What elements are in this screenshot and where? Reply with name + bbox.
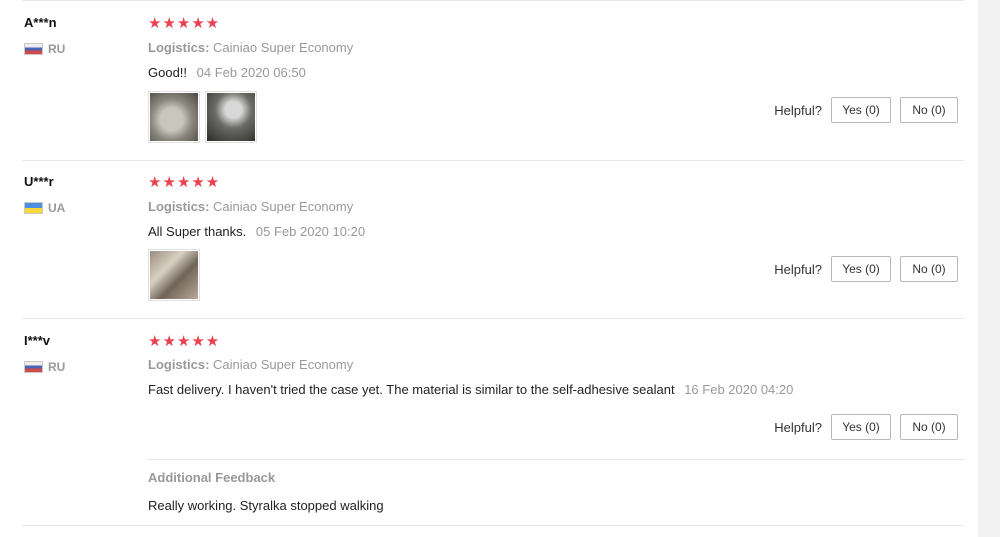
helpful-controls: Helpful? Yes (0) No (0) xyxy=(774,414,958,440)
review-photos xyxy=(148,249,200,301)
russia-flag-icon xyxy=(24,361,43,373)
review-item: I***v RU ★★★★★ Logistics: Cainiao Super … xyxy=(22,319,964,526)
country-code: RU xyxy=(48,42,66,56)
helpful-label: Helpful? xyxy=(774,102,822,118)
helpful-controls: Helpful? Yes (0) No (0) xyxy=(774,256,958,282)
logistics-label: Logistics: xyxy=(148,357,210,372)
helpful-no-button[interactable]: No (0) xyxy=(900,256,958,282)
logistics-value: Cainiao Super Economy xyxy=(213,40,354,55)
review-date: 04 Feb 2020 06:50 xyxy=(196,65,306,80)
helpful-no-button[interactable]: No (0) xyxy=(900,414,958,440)
additional-feedback-text: Really working. Styralka stopped walking xyxy=(148,498,384,513)
helpful-no-button[interactable]: No (0) xyxy=(900,97,958,123)
russia-flag-icon xyxy=(24,43,43,55)
reviewer-name: A***n xyxy=(24,15,57,30)
star-rating: ★★★★★ xyxy=(148,15,221,32)
country-code: UA xyxy=(48,201,66,215)
star-rating: ★★★★★ xyxy=(148,333,221,350)
logistics-value: Cainiao Super Economy xyxy=(213,357,354,372)
reviewer-country: RU xyxy=(24,360,65,374)
review-photo-thumbnail[interactable] xyxy=(205,91,257,143)
logistics-label: Logistics: xyxy=(148,199,210,214)
review-text: All Super thanks. 05 Feb 2020 10:20 xyxy=(148,224,365,239)
review-text: Fast delivery. I haven't tried the case … xyxy=(148,382,793,397)
logistics-value: Cainiao Super Economy xyxy=(213,199,354,214)
review-item: U***r UA ★★★★★ Logistics: Cainiao Super … xyxy=(22,160,964,319)
helpful-label: Helpful? xyxy=(774,419,822,435)
helpful-yes-button[interactable]: Yes (0) xyxy=(831,256,891,282)
ukraine-flag-icon xyxy=(24,202,43,214)
additional-feedback-title: Additional Feedback xyxy=(148,470,276,485)
reviewer-country: UA xyxy=(24,201,65,215)
review-text: Good!! 04 Feb 2020 06:50 xyxy=(148,65,306,80)
review-date: 05 Feb 2020 10:20 xyxy=(255,224,366,239)
review-body: Good!! xyxy=(148,65,188,80)
logistics-info: Logistics: Cainiao Super Economy xyxy=(148,357,353,372)
page-scrollbar[interactable] xyxy=(978,0,1000,537)
review-date: 16 Feb 2020 04:20 xyxy=(684,382,794,397)
helpful-controls: Helpful? Yes (0) No (0) xyxy=(774,97,958,123)
review-body: All Super thanks. xyxy=(148,224,247,239)
reviewer-name: U***r xyxy=(24,174,54,189)
reviewer-country: RU xyxy=(24,42,65,56)
country-code: RU xyxy=(48,360,66,374)
review-photos xyxy=(148,91,257,143)
review-photo-thumbnail[interactable] xyxy=(148,249,200,301)
reviews-panel: A***n RU ★★★★★ Logistics: Cainiao Super … xyxy=(0,0,978,537)
review-item: A***n RU ★★★★★ Logistics: Cainiao Super … xyxy=(22,0,964,161)
logistics-info: Logistics: Cainiao Super Economy xyxy=(148,199,353,214)
logistics-info: Logistics: Cainiao Super Economy xyxy=(148,40,353,55)
logistics-label: Logistics: xyxy=(148,40,210,55)
star-rating: ★★★★★ xyxy=(148,174,221,191)
review-photo-thumbnail[interactable] xyxy=(148,91,200,143)
helpful-label: Helpful? xyxy=(774,261,822,277)
additional-feedback-divider xyxy=(148,459,964,460)
helpful-yes-button[interactable]: Yes (0) xyxy=(831,414,891,440)
helpful-yes-button[interactable]: Yes (0) xyxy=(831,97,891,123)
review-body: Fast delivery. I haven't tried the case … xyxy=(148,382,675,397)
reviewer-name: I***v xyxy=(24,333,51,348)
